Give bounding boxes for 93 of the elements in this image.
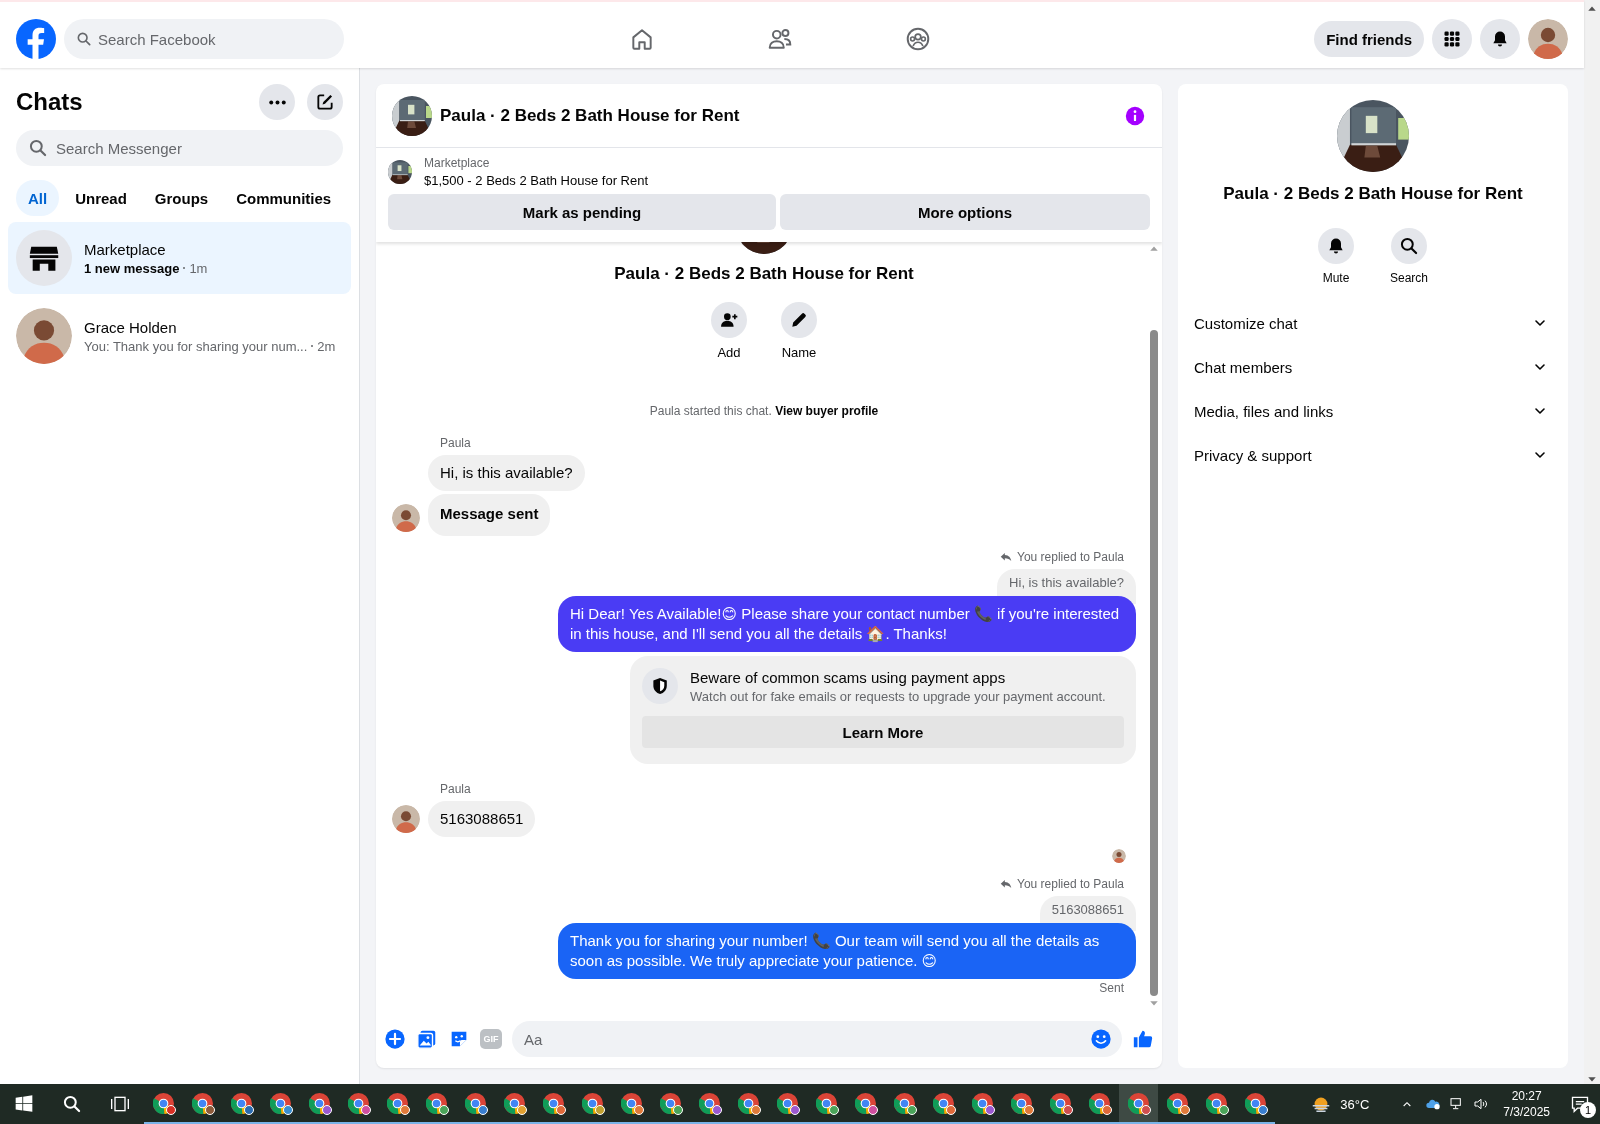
- options-button[interactable]: [259, 84, 295, 120]
- reply-label: You replied to Paula: [1017, 877, 1124, 891]
- sender-name: Paula: [440, 782, 472, 796]
- search-icon[interactable]: [62, 1094, 82, 1114]
- notification-icon: [1570, 1094, 1590, 1114]
- scrollbar[interactable]: [1584, 0, 1600, 1084]
- message-field[interactable]: Aa: [512, 1021, 1122, 1057]
- search-icon: [76, 31, 92, 47]
- photo-icon[interactable]: [416, 1028, 438, 1050]
- profile-link[interactable]: View buyer profile: [775, 404, 879, 418]
- action-button[interactable]: More options: [779, 194, 1150, 230]
- panel-title: Chats: [16, 88, 83, 116]
- info-icon[interactable]: [1124, 104, 1146, 127]
- find-friends-button[interactable]: Find friends: [1314, 21, 1424, 57]
- friends-icon[interactable]: [767, 26, 794, 52]
- action-button[interactable]: Mark as pending: [388, 194, 776, 230]
- learn-more-button[interactable]: Learn More: [642, 716, 1124, 748]
- button-label: Mute: [1322, 271, 1350, 285]
- search-button[interactable]: [1391, 228, 1427, 264]
- notification-count: 1: [1580, 1102, 1596, 1118]
- groups-icon[interactable]: [905, 26, 932, 52]
- message-preview: You: Thank you for sharing your num...: [84, 338, 308, 354]
- logo-icon[interactable]: [16, 19, 56, 59]
- chat-title: Paula · 2 Beds 2 Bath House for Rent: [440, 105, 741, 126]
- accordion-item[interactable]: Media, files and links: [1194, 389, 1552, 433]
- message-bubble: Message sent: [428, 494, 551, 536]
- button-label: Add: [717, 345, 741, 360]
- warning-text: Watch out for fake emails or requests to upgrade your payment account.: [690, 688, 1106, 704]
- avatar: [392, 504, 420, 532]
- timestamp: 1m: [189, 260, 208, 276]
- message-bubble: Hi Dear! Yes Available!😊 Please share your contact number 📞 if you're interested in this house, and I'll send you all the details 🏠. Thanks!: [558, 596, 1136, 652]
- scroll-thumb[interactable]: [1150, 330, 1158, 996]
- shield-icon: [642, 668, 678, 704]
- reply-label: You replied to Paula: [1017, 550, 1124, 564]
- menu-button[interactable]: [1432, 19, 1472, 59]
- mute-button[interactable]: [1318, 228, 1354, 264]
- message-bubble: 5163088651: [428, 801, 536, 837]
- warning-title: Beware of common scams using payment apps: [690, 668, 1007, 686]
- pencil-icon: [789, 310, 809, 330]
- pencil-button[interactable]: [781, 302, 817, 338]
- more-icon: [268, 99, 286, 105]
- search-icon: [1399, 236, 1419, 256]
- delivery-status: Sent: [1099, 981, 1124, 995]
- search-icon: [28, 138, 48, 158]
- add-person-button[interactable]: [711, 302, 747, 338]
- notifications-button[interactable]: 1: [1560, 1084, 1600, 1124]
- message-bubble: Thank you for sharing your number! 📞 Our team will send you all the details as soon as possible. We truly appreciate your patience. 😊: [558, 923, 1136, 979]
- chat-list-item[interactable]: Marketplace 1 new message 1m: [8, 222, 351, 294]
- scroll-up-icon[interactable]: [1149, 244, 1159, 254]
- button-label: Name: [781, 345, 817, 360]
- new-message-button[interactable]: [307, 84, 343, 120]
- accordion-item[interactable]: Chat members: [1194, 345, 1552, 389]
- button-label: Search: [1390, 271, 1428, 285]
- filter-tab[interactable]: Unread: [63, 180, 139, 216]
- filter-tab[interactable]: Communities: [224, 180, 344, 216]
- timestamp: 2m: [317, 338, 336, 354]
- grid-icon: [1442, 29, 1462, 49]
- read-receipt-avatar: [1112, 849, 1126, 863]
- compose-icon: [315, 92, 335, 112]
- scroll-down-icon[interactable]: [1149, 998, 1159, 1008]
- profile-avatar: [1528, 19, 1568, 59]
- notifications-button[interactable]: [1480, 19, 1520, 59]
- conversation-title: Paula · 2 Beds 2 Bath House for Rent: [1223, 184, 1523, 204]
- clock[interactable]: 20:27 7/3/2025: [1503, 1088, 1550, 1120]
- sender-name: Paula: [440, 436, 472, 450]
- conversation-title: Paula · 2 Beds 2 Bath House for Rent: [614, 264, 914, 284]
- volume-icon[interactable]: [1473, 1096, 1490, 1112]
- add-icon[interactable]: [384, 1028, 406, 1050]
- scroll-up-icon: [1587, 4, 1597, 14]
- task-view-icon[interactable]: [110, 1094, 130, 1114]
- emoji-icon[interactable]: [1090, 1028, 1112, 1050]
- taskbar-button[interactable]: [1119, 1084, 1158, 1124]
- filter-tab[interactable]: All: [16, 180, 60, 216]
- accordion-item[interactable]: Customize chat: [1194, 301, 1552, 345]
- contact-name: Grace Holden: [84, 318, 178, 336]
- thumbs-up-icon[interactable]: [1132, 1028, 1154, 1050]
- avatar: [16, 308, 72, 364]
- add-person-icon: [719, 310, 739, 330]
- temperature: 36°C: [1340, 1096, 1370, 1112]
- contact-name: Marketplace: [84, 240, 167, 258]
- chat-list-item[interactable]: Grace Holden You: Thank you for sharing your num... 2m: [8, 300, 351, 372]
- filter-tab[interactable]: Groups: [142, 180, 221, 216]
- search-field[interactable]: Search Facebook: [64, 19, 344, 59]
- search-field[interactable]: Search Messenger: [16, 130, 343, 166]
- listing-label: Marketplace: [424, 156, 491, 170]
- system-message: Paula started this chat. View buyer profile: [648, 404, 880, 418]
- accordion-item[interactable]: Privacy & support: [1194, 433, 1552, 477]
- store-avatar: [16, 230, 72, 286]
- start-icon[interactable]: [14, 1094, 34, 1114]
- avatar: [392, 805, 420, 833]
- message-preview: 1 new message: [84, 260, 180, 276]
- listing-title: $1,500 - 2 Beds 2 Bath House for Rent: [424, 173, 649, 188]
- message-bubble: Hi, is this available?: [428, 455, 585, 491]
